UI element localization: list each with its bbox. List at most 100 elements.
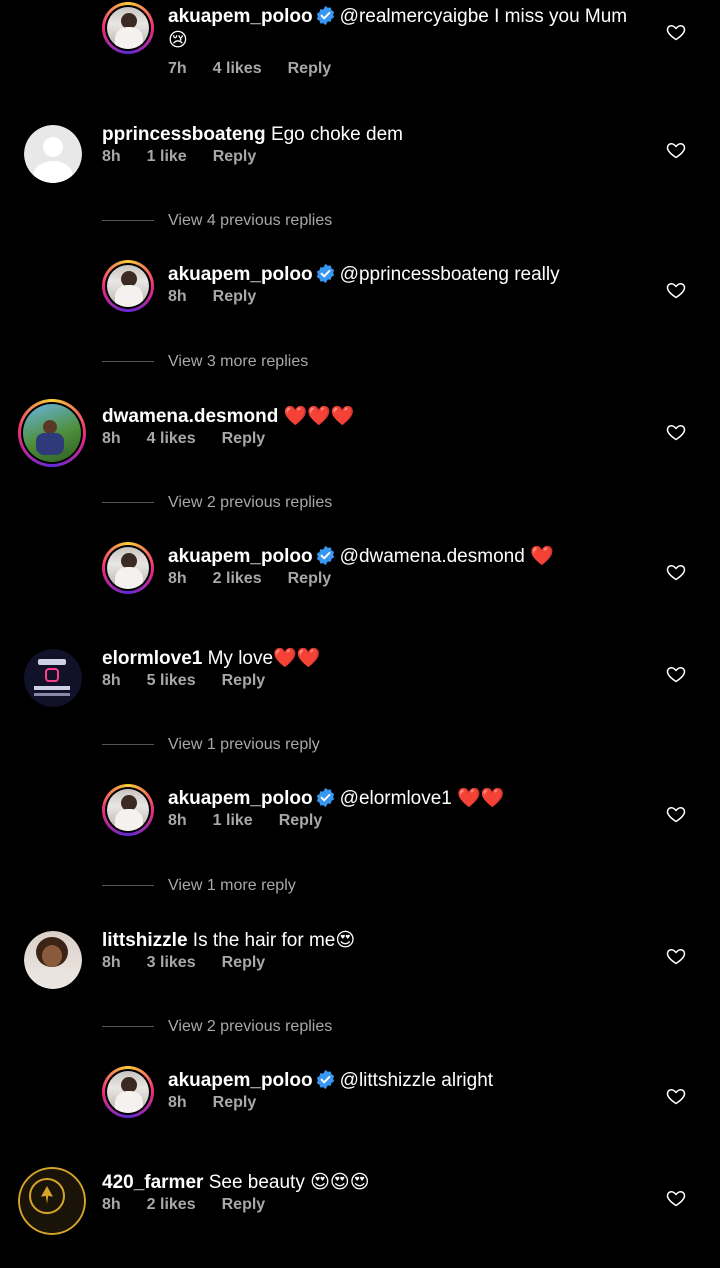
avatar[interactable] — [24, 649, 82, 707]
comment-meta: 8h 2 likes Reply — [102, 1196, 291, 1214]
comment-meta: 8h Reply — [168, 288, 282, 306]
avatar[interactable] — [102, 2, 154, 54]
comment-text: @pprincessboateng really — [339, 264, 560, 285]
comment-time: 8h — [102, 430, 121, 447]
view-replies-label[interactable]: View 2 previous replies — [168, 1018, 332, 1035]
view-replies-label[interactable]: View 1 more reply — [168, 877, 296, 894]
comment-username[interactable]: littshizzle — [102, 930, 188, 951]
comment-time: 8h — [168, 1094, 187, 1111]
view-replies-link[interactable]: View 2 previous replies — [102, 494, 332, 512]
comment-username[interactable]: akuapem_poloo — [168, 6, 313, 27]
heart-outline-icon[interactable] — [666, 22, 686, 42]
view-replies-link[interactable]: View 4 previous replies — [102, 212, 332, 230]
view-replies-label[interactable]: View 3 more replies — [168, 353, 308, 370]
comment-username[interactable]: akuapem_poloo — [168, 1070, 313, 1091]
comment-meta: 8h Reply — [168, 1094, 282, 1112]
likes-count[interactable]: 2 likes — [147, 1196, 196, 1214]
reply-comment: akuapem_poloo @dwamena.desmond ❤️ 8h 2 lik… — [0, 542, 720, 642]
comment-time: 8h — [168, 812, 187, 829]
avatar[interactable] — [102, 542, 154, 594]
heart-outline-icon[interactable] — [666, 280, 686, 300]
comment-text: Is the hair for me😍 — [192, 930, 356, 951]
comment-line: akuapem_poloo @realmercyaigbe I miss you … — [168, 5, 627, 29]
likes-count[interactable]: 5 likes — [147, 672, 196, 690]
comment-username[interactable]: elormlove1 — [102, 648, 202, 669]
comment-username[interactable]: pprincessboateng — [102, 124, 266, 145]
divider — [102, 361, 154, 363]
heart-outline-icon[interactable] — [666, 946, 686, 966]
likes-count[interactable]: 2 likes — [213, 570, 262, 588]
avatar[interactable] — [102, 1066, 154, 1118]
comment-line: littshizzle Is the hair for me😍 — [102, 929, 355, 953]
reply-button[interactable]: Reply — [222, 672, 266, 690]
avatar[interactable] — [102, 260, 154, 312]
verified-badge-icon — [315, 5, 336, 26]
heart-outline-icon[interactable] — [666, 664, 686, 684]
likes-count[interactable]: 3 likes — [147, 954, 196, 972]
reply-comment: akuapem_poloo @littshizzle alright 8h Repl… — [0, 1066, 720, 1166]
view-replies-link[interactable]: View 1 more reply — [102, 877, 296, 895]
divider — [102, 220, 154, 222]
view-replies-link[interactable]: View 3 more replies — [102, 353, 308, 371]
divider — [102, 1026, 154, 1028]
reply-button[interactable]: Reply — [288, 570, 332, 588]
comment-meta: 8h 5 likes Reply — [102, 672, 291, 690]
likes-count[interactable]: 1 like — [213, 812, 253, 830]
comment-username[interactable]: akuapem_poloo — [168, 546, 313, 567]
comment-username[interactable]: dwamena.desmond — [102, 406, 278, 427]
comment-meta: 8h 3 likes Reply — [102, 954, 291, 972]
verified-badge-icon — [315, 787, 336, 808]
comment-username[interactable]: 420_farmer — [102, 1172, 203, 1193]
comment: dwamena.desmond ❤️❤️❤️ 8h 4 likes Reply — [0, 399, 720, 502]
view-replies-link[interactable]: View 2 previous replies — [102, 1018, 332, 1036]
avatar[interactable] — [24, 931, 82, 989]
comment: pprincessboateng Ego choke dem 8h 1 like R… — [0, 120, 720, 220]
comment-line: elormlove1 My love❤️❤️ — [102, 647, 320, 671]
likes-count[interactable]: 1 like — [147, 148, 187, 166]
comment-text: My love❤️❤️ — [207, 648, 321, 669]
comment: littshizzle Is the hair for me😍 8h 3 like… — [0, 926, 720, 1026]
heart-outline-icon[interactable] — [666, 804, 686, 824]
comment-time: 8h — [102, 1196, 121, 1213]
reply-button[interactable]: Reply — [222, 954, 266, 972]
view-replies-label[interactable]: View 1 previous reply — [168, 736, 320, 753]
comment: elormlove1 My love❤️❤️ 8h 5 likes Reply — [0, 644, 720, 744]
comment-line: akuapem_poloo @dwamena.desmond ❤️ — [168, 545, 554, 569]
avatar[interactable] — [24, 125, 82, 183]
likes-count[interactable]: 4 likes — [147, 430, 196, 448]
reply-button[interactable]: Reply — [222, 430, 266, 448]
avatar[interactable] — [18, 399, 86, 467]
comment-meta: 7h 4 likes Reply — [168, 60, 357, 78]
divider — [102, 502, 154, 504]
comment-meta: 8h 1 like Reply — [102, 148, 282, 166]
likes-count[interactable]: 4 likes — [213, 60, 262, 78]
comment-time: 8h — [102, 148, 121, 165]
reply-button[interactable]: Reply — [213, 288, 257, 306]
reply-button[interactable]: Reply — [279, 812, 323, 830]
heart-outline-icon[interactable] — [666, 140, 686, 160]
view-replies-label[interactable]: View 2 previous replies — [168, 494, 332, 511]
reply-button[interactable]: Reply — [213, 1094, 257, 1112]
reply-button[interactable]: Reply — [213, 148, 257, 166]
reply-button[interactable]: Reply — [288, 60, 332, 78]
heart-outline-icon[interactable] — [666, 1188, 686, 1208]
comment-line: 420_farmer See beauty 😍😍😍 — [102, 1171, 370, 1195]
avatar[interactable] — [102, 784, 154, 836]
comment-meta: 8h 4 likes Reply — [102, 430, 291, 448]
heart-outline-icon[interactable] — [666, 562, 686, 582]
heart-outline-icon[interactable] — [666, 422, 686, 442]
reply-comment: akuapem_poloo @realmercyaigbe I miss you … — [0, 2, 720, 102]
comment-line: pprincessboateng Ego choke dem — [102, 123, 403, 147]
comment-username[interactable]: akuapem_poloo — [168, 264, 313, 285]
reply-button[interactable]: Reply — [222, 1196, 266, 1214]
comment-text: @realmercyaigbe I miss you Mum — [339, 6, 628, 27]
comment-line: akuapem_poloo @elormlove1 ❤️❤️ — [168, 787, 504, 811]
heart-outline-icon[interactable] — [666, 1086, 686, 1106]
avatar[interactable] — [18, 1167, 86, 1235]
view-replies-label[interactable]: View 4 previous replies — [168, 212, 332, 229]
comment-time: 8h — [168, 570, 187, 587]
verified-badge-icon — [315, 1069, 336, 1090]
view-replies-link[interactable]: View 1 previous reply — [102, 736, 320, 754]
comment-username[interactable]: akuapem_poloo — [168, 788, 313, 809]
reply-comment: akuapem_poloo @pprincessboateng really 8h… — [0, 260, 720, 360]
